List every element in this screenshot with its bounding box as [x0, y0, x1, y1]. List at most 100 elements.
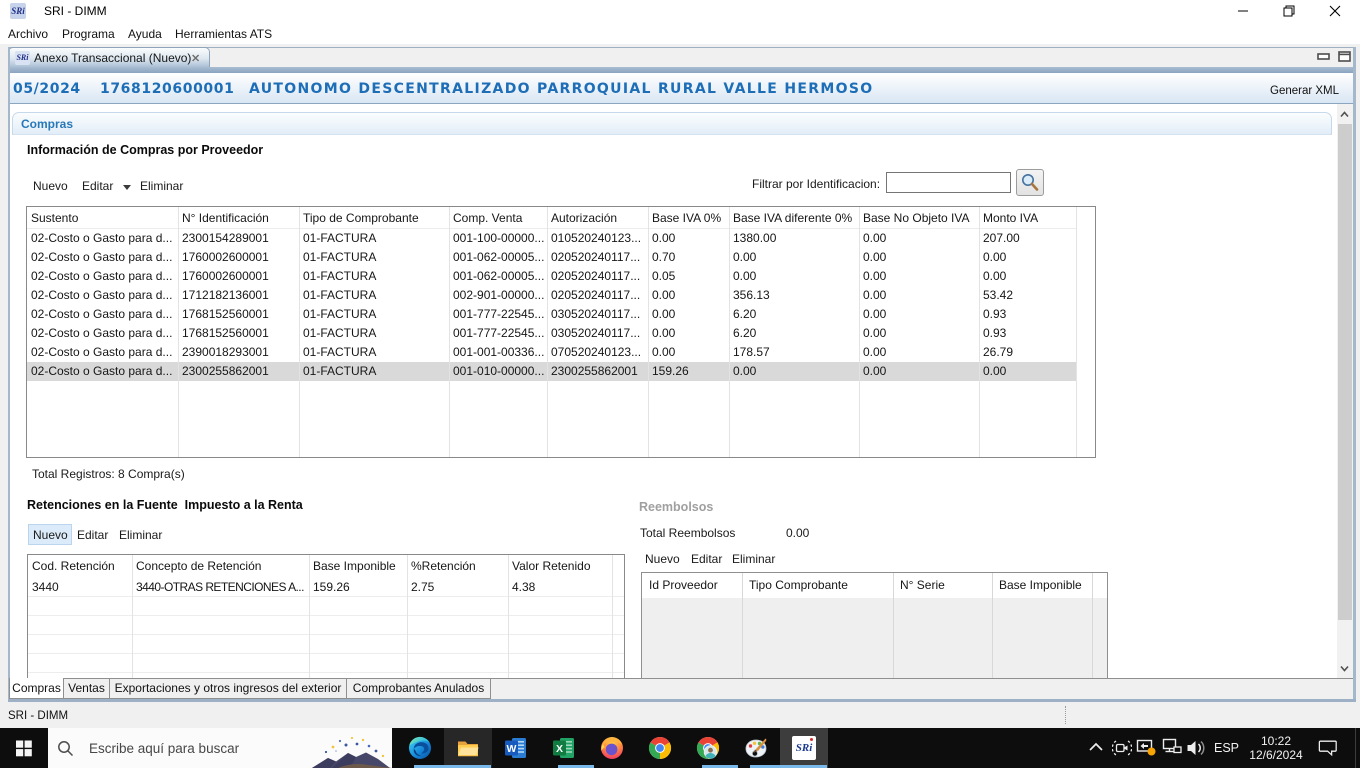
- col-concepto[interactable]: Concepto de Retención: [132, 555, 309, 578]
- word-icon[interactable]: W: [504, 736, 528, 760]
- edit-dropdown-icon[interactable]: [123, 185, 131, 190]
- meet-now-icon[interactable]: [1112, 738, 1132, 758]
- scrollbar-thumb[interactable]: [1338, 124, 1352, 620]
- editor-tabstrip: [10, 48, 1353, 67]
- table-cell: 2.75: [407, 578, 508, 597]
- firefox-icon[interactable]: [600, 736, 624, 760]
- table-cell: 030520240117...: [547, 305, 648, 324]
- tray-expand-icon[interactable]: [1088, 741, 1104, 753]
- scroll-up-icon[interactable]: [1340, 110, 1349, 119]
- col-comp-venta[interactable]: Comp. Venta: [449, 207, 547, 229]
- tab-label: Ventas: [68, 681, 105, 695]
- search-highlight-decoration: [298, 728, 392, 768]
- col-serie[interactable]: N° Serie: [893, 573, 992, 598]
- generar-xml-button[interactable]: Generar XML: [1270, 85, 1339, 97]
- purchases-row[interactable]: 02-Costo o Gasto para d... 2300154289001…: [27, 229, 1076, 248]
- col-tipo-comprobante-reemb[interactable]: Tipo Comprobante: [742, 573, 893, 598]
- table-cell: 0.00: [648, 305, 729, 324]
- purchases-row[interactable]: 02-Costo o Gasto para d... 1768152560001…: [27, 305, 1076, 324]
- purchases-row[interactable]: 02-Costo o Gasto para d... 1760002600001…: [27, 248, 1076, 267]
- purchases-row[interactable]: 02-Costo o Gasto para d... 1712182136001…: [27, 286, 1076, 305]
- filter-input[interactable]: [886, 172, 1011, 193]
- col-autorizacion[interactable]: Autorización: [547, 207, 648, 229]
- view-minimize-icon[interactable]: [1317, 51, 1330, 62]
- language-indicator[interactable]: ESP: [1214, 741, 1239, 755]
- statusbar-text: SRI - DIMM: [8, 710, 68, 722]
- menubar: Archivo Programa Ayuda Herramientas ATS: [0, 22, 1360, 44]
- taskbar-search[interactable]: Escribe aquí para buscar: [48, 728, 392, 768]
- table-cell: 159.26: [309, 578, 407, 597]
- col-base-iva-dif[interactable]: Base IVA diferente 0%: [729, 207, 859, 229]
- display-sync-icon[interactable]: [1136, 737, 1158, 759]
- retenciones-row[interactable]: 3440 3440-OTRAS RETENCIONES A... 159.26 …: [28, 578, 624, 597]
- menu-archivo[interactable]: Archivo: [8, 27, 48, 41]
- vertical-scrollbar[interactable]: [1337, 104, 1353, 679]
- col-id-proveedor[interactable]: Id Proveedor: [642, 573, 742, 598]
- reembolsos-delete-button[interactable]: Eliminar: [732, 552, 775, 566]
- purchases-delete-button[interactable]: Eliminar: [140, 179, 183, 193]
- notification-icon[interactable]: [1318, 739, 1338, 757]
- table-cell: 01-FACTURA: [299, 248, 449, 267]
- purchases-row[interactable]: 02-Costo o Gasto para d... 2390018293001…: [27, 343, 1076, 362]
- col-base-imponible-reemb[interactable]: Base Imponible: [992, 573, 1092, 598]
- menu-programa[interactable]: Programa: [62, 27, 115, 41]
- reembolsos-new-button[interactable]: Nuevo: [645, 552, 680, 566]
- edge-icon[interactable]: [408, 736, 432, 760]
- start-button[interactable]: [0, 728, 48, 768]
- col-sustento[interactable]: Sustento: [27, 207, 178, 229]
- purchases-row[interactable]: 02-Costo o Gasto para d... 2300255862001…: [27, 362, 1076, 381]
- col-base-no-objeto[interactable]: Base No Objeto IVA: [859, 207, 979, 229]
- purchases-row[interactable]: 02-Costo o Gasto para d... 1760002600001…: [27, 267, 1076, 286]
- table-cell: 0.00: [979, 248, 1076, 267]
- tab-anexo-transaccional[interactable]: SRi Anexo Transaccional (Nuevo) ✕: [8, 47, 210, 67]
- col-valor-retenido[interactable]: Valor Retenido: [508, 555, 612, 578]
- retenciones-delete-button[interactable]: Eliminar: [119, 528, 162, 542]
- retenciones-new-button[interactable]: Nuevo: [33, 528, 68, 542]
- reembolsos-edit-button[interactable]: Editar: [691, 552, 722, 566]
- network-icon[interactable]: [1162, 738, 1182, 758]
- col-tipo-comprobante[interactable]: Tipo de Comprobante: [299, 207, 449, 229]
- minimize-icon[interactable]: [1237, 5, 1249, 17]
- svg-text:W: W: [507, 743, 517, 755]
- col-pct-retencion[interactable]: %Retención: [407, 555, 508, 578]
- scroll-down-icon[interactable]: [1340, 664, 1349, 673]
- restore-icon[interactable]: [1283, 5, 1295, 17]
- grid-line: [893, 573, 894, 678]
- chrome-profile-icon[interactable]: [696, 736, 720, 760]
- purchases-edit-button[interactable]: Editar: [82, 179, 113, 193]
- col-monto-iva[interactable]: Monto IVA: [979, 207, 1076, 229]
- file-explorer-icon[interactable]: [456, 736, 480, 760]
- table-cell: 0.70: [648, 248, 729, 267]
- tab-ventas[interactable]: Ventas: [64, 679, 110, 699]
- table-cell: 001-100-00000...: [449, 229, 547, 248]
- tab-exportaciones[interactable]: Exportaciones y otros ingresos del exter…: [110, 679, 347, 699]
- chrome-icon[interactable]: [648, 736, 672, 760]
- menu-ayuda[interactable]: Ayuda: [128, 27, 162, 41]
- purchases-row[interactable]: 02-Costo o Gasto para d... 1768152560001…: [27, 324, 1076, 343]
- col-identificacion[interactable]: N° Identificación: [178, 207, 299, 229]
- purchases-new-button[interactable]: Nuevo: [33, 179, 68, 193]
- menu-herramientas-ats[interactable]: Herramientas ATS: [175, 27, 272, 41]
- tab-comprobantes-anulados[interactable]: Comprobantes Anulados: [347, 679, 491, 699]
- col-cod-retencion[interactable]: Cod. Retención: [28, 555, 132, 578]
- tab-compras[interactable]: Compras: [9, 678, 64, 699]
- col-base-imponible[interactable]: Base Imponible: [309, 555, 407, 578]
- volume-icon[interactable]: [1186, 737, 1210, 759]
- close-icon[interactable]: [1329, 5, 1341, 17]
- table-cell: 0.00: [979, 267, 1076, 286]
- retenciones-edit-button[interactable]: Editar: [77, 528, 108, 542]
- paint-icon[interactable]: [744, 736, 768, 760]
- filter-search-button[interactable]: [1016, 169, 1044, 196]
- purchases-table-header: Sustento N° Identificación Tipo de Compr…: [27, 207, 1076, 229]
- excel-icon[interactable]: X: [552, 736, 576, 760]
- table-cell: 001-001-00336...: [449, 343, 547, 362]
- col-base-iva-0[interactable]: Base IVA 0%: [648, 207, 729, 229]
- show-desktop-divider[interactable]: [1355, 728, 1356, 768]
- view-maximize-icon[interactable]: [1338, 51, 1351, 62]
- titlebar: SRi SRI - DIMM: [0, 0, 1360, 22]
- tray-time[interactable]: 10:22: [1246, 734, 1306, 748]
- tray-date[interactable]: 12/6/2024: [1240, 748, 1312, 762]
- tab-close-icon[interactable]: ✕: [191, 52, 200, 65]
- table-cell: 1760002600001: [178, 248, 299, 267]
- sri-dimm-icon[interactable]: SRi: [792, 736, 816, 760]
